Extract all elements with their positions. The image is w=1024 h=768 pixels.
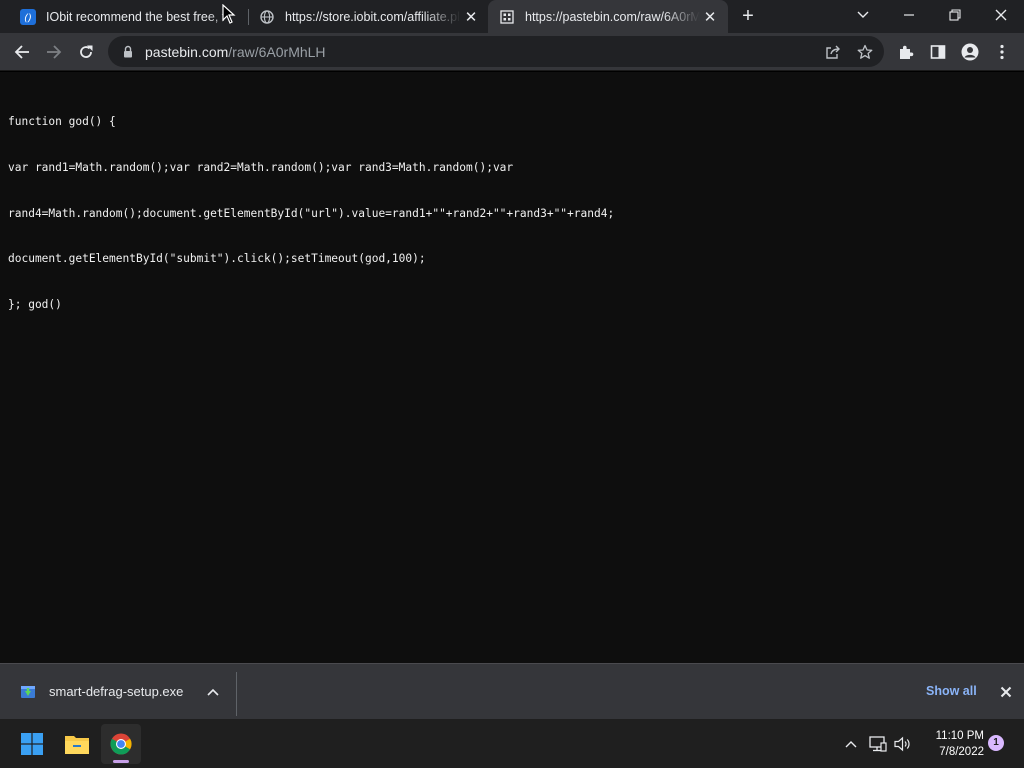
tab-search-icon[interactable] bbox=[840, 0, 886, 30]
volume-icon[interactable] bbox=[892, 733, 914, 755]
tab-strip: () IObit recommend the best free, f http… bbox=[0, 0, 1024, 33]
code-line: function god() { bbox=[8, 115, 116, 129]
side-panel-icon[interactable] bbox=[924, 38, 952, 66]
tab-title: IObit recommend the best free, f bbox=[46, 9, 226, 24]
pastebin-icon bbox=[499, 9, 515, 25]
mouse-cursor-icon bbox=[222, 3, 236, 24]
show-all-button[interactable]: Show all bbox=[926, 684, 977, 698]
page-content: function god() { var rand1=Math.random()… bbox=[0, 72, 1024, 663]
reload-icon[interactable] bbox=[72, 38, 100, 66]
chrome-taskbar-icon[interactable] bbox=[101, 724, 141, 764]
minimize-icon[interactable] bbox=[886, 0, 932, 30]
code-line: }; god() bbox=[8, 297, 62, 311]
chevron-up-icon[interactable] bbox=[203, 682, 223, 702]
share-icon[interactable] bbox=[819, 38, 847, 66]
extensions-icon[interactable] bbox=[892, 38, 920, 66]
show-hidden-icons-icon[interactable] bbox=[840, 733, 862, 755]
menu-kebab-icon[interactable] bbox=[988, 38, 1016, 66]
tab-title: https://pastebin.com/raw/6A0rM bbox=[525, 9, 700, 24]
restore-icon[interactable] bbox=[932, 0, 978, 30]
iobit-icon: () bbox=[20, 8, 36, 25]
profile-icon[interactable] bbox=[956, 38, 984, 66]
running-indicator bbox=[113, 760, 129, 763]
close-tab-icon[interactable]: ✕ bbox=[700, 8, 720, 26]
close-tab-icon[interactable]: ✕ bbox=[461, 8, 481, 26]
lock-icon[interactable] bbox=[120, 45, 136, 58]
url-host: pastebin.com bbox=[145, 43, 229, 60]
address-bar[interactable]: pastebin.com/raw/6A0rMhLH bbox=[108, 36, 884, 67]
url-path: /raw/6A0rMhLH bbox=[228, 43, 326, 60]
forward-icon[interactable] bbox=[40, 38, 68, 66]
close-window-icon[interactable] bbox=[978, 0, 1024, 30]
url-text: pastebin.com/raw/6A0rMhLH bbox=[145, 44, 326, 60]
raw-paste-text: function god() { var rand1=Math.random()… bbox=[8, 84, 614, 342]
tab-iobit-store[interactable]: https://store.iobit.com/affiliate.pl ✕ bbox=[250, 0, 486, 33]
back-icon[interactable] bbox=[8, 38, 36, 66]
file-explorer-icon[interactable] bbox=[57, 724, 97, 764]
installer-file-icon bbox=[20, 684, 36, 700]
code-line: var rand1=Math.random();var rand2=Math.r… bbox=[8, 161, 514, 175]
windows-start-icon[interactable] bbox=[12, 724, 52, 764]
clock-time: 11:10 PM bbox=[935, 730, 984, 742]
clock-date: 7/8/2022 bbox=[939, 746, 984, 758]
close-download-bar-icon[interactable] bbox=[996, 682, 1016, 702]
new-tab-button[interactable]: + bbox=[736, 5, 760, 29]
windows-taskbar: 11:10 PM 7/8/2022 1 bbox=[0, 719, 1024, 768]
download-bar: smart-defrag-setup.exe Show all bbox=[0, 663, 1024, 719]
system-clock[interactable]: 11:10 PM 7/8/2022 bbox=[920, 728, 984, 760]
tab-title: https://store.iobit.com/affiliate.pl bbox=[285, 9, 460, 24]
code-line: rand4=Math.random();document.getElementB… bbox=[8, 206, 615, 220]
code-line: document.getElementById("submit").click(… bbox=[8, 252, 426, 266]
svg-text:(): () bbox=[24, 13, 32, 24]
tab-separator bbox=[248, 9, 249, 25]
notification-badge[interactable]: 1 bbox=[988, 735, 1004, 751]
bookmark-star-icon[interactable] bbox=[851, 38, 879, 66]
network-icon[interactable] bbox=[867, 733, 889, 755]
download-divider bbox=[236, 672, 237, 716]
tab-pastebin[interactable]: https://pastebin.com/raw/6A0rM ✕ bbox=[488, 0, 728, 33]
globe-icon bbox=[259, 9, 275, 25]
download-file-name[interactable]: smart-defrag-setup.exe bbox=[49, 684, 183, 699]
browser-toolbar: pastebin.com/raw/6A0rMhLH bbox=[0, 33, 1024, 71]
tab-iobit[interactable]: () IObit recommend the best free, f bbox=[12, 0, 248, 33]
